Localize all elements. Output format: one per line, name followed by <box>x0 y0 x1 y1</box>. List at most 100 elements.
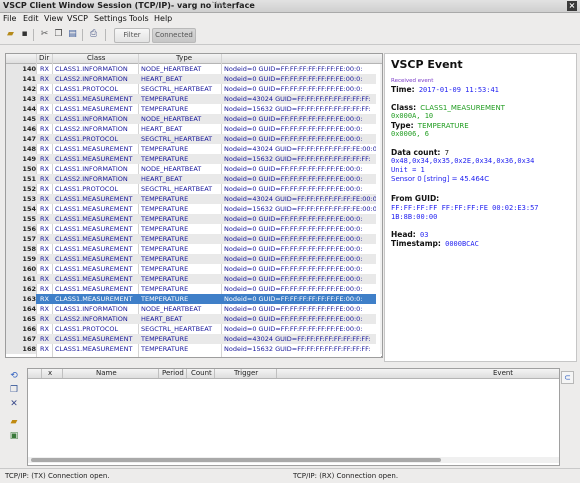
save-icon[interactable]: ▣ <box>9 431 19 441</box>
table-row[interactable]: 149 RX CLASS1.MEASUREMENT TEMPERATURE Nodeid… <box>6 154 376 164</box>
menu-edit[interactable]: Edit <box>23 14 39 23</box>
table-row[interactable]: 157 RX CLASS1.MEASUREMENT TEMPERATURE Nodeid… <box>6 234 376 244</box>
row-class: CLASS1.MEASUREMENT <box>55 295 133 303</box>
filter-button[interactable]: Filter <box>114 28 150 43</box>
event-grid[interactable]: Dir Class Type 140 RX CLASS1.INFORMATION NO… <box>5 53 383 358</box>
event-detail-panel: VSCP Event Received event Time: 2017-01-… <box>384 53 577 362</box>
row-direction: RX <box>40 65 49 73</box>
copy-icon[interactable]: ❐ <box>53 29 64 40</box>
row-direction: RX <box>40 95 49 103</box>
row-number: 146 <box>6 124 36 134</box>
table-row[interactable]: 161 RX CLASS1.MEASUREMENT TEMPERATURE Nodeid… <box>6 274 376 284</box>
row-class: CLASS1.MEASUREMENT <box>55 335 133 343</box>
row-data: Nodeid=0 GUID=FF:FF:FF:FF:FF:FF:FE:00:0: <box>224 305 363 313</box>
connected-button[interactable]: Connected <box>152 28 196 43</box>
row-data: Nodeid=0 GUID=FF:FF:FF:FF:FF:FF:FE:00:0: <box>224 265 363 273</box>
menu-file[interactable]: File <box>3 14 16 23</box>
row-class: CLASS1.MEASUREMENT <box>55 235 133 243</box>
row-direction: RX <box>40 165 49 173</box>
row-number: 159 <box>6 254 36 264</box>
table-row[interactable]: 146 RX CLASS2.INFORMATION HEART_BEAT Nodeid=… <box>6 124 376 134</box>
menu-tools[interactable]: Tools <box>129 14 149 23</box>
column-x[interactable]: x <box>48 369 52 378</box>
time-label: Time: <box>391 85 415 94</box>
table-row[interactable]: 160 RX CLASS1.MEASUREMENT TEMPERATURE Nodeid… <box>6 264 376 274</box>
column-dir[interactable]: Dir <box>39 54 49 63</box>
delete-icon[interactable]: ✕ <box>9 399 19 409</box>
sensor-line: Sensor 0 [string] = 45.464C <box>391 175 490 183</box>
table-row[interactable]: 140 RX CLASS1.INFORMATION NODE_HEARTBEAT Nod… <box>6 64 376 74</box>
status-tx: TCP/IP: (TX) Connection open. <box>5 472 110 480</box>
tx-options-icon[interactable]: ⊂ <box>561 371 574 384</box>
save-icon[interactable]: ▪ <box>19 29 30 40</box>
table-row[interactable]: 167 RX CLASS1.MEASUREMENT TEMPERATURE Nodeid… <box>6 334 376 344</box>
table-row[interactable]: 143 RX CLASS1.MEASUREMENT TEMPERATURE Nodeid… <box>6 94 376 104</box>
copy-icon[interactable]: ❐ <box>9 385 19 395</box>
table-row[interactable]: 153 RX CLASS1.MEASUREMENT TEMPERATURE Nodeid… <box>6 194 376 204</box>
table-row[interactable]: 154 RX CLASS1.MEASUREMENT TEMPERATURE Nodeid… <box>6 204 376 214</box>
table-row[interactable]: 150 RX CLASS1.INFORMATION NODE_HEARTBEAT Nod… <box>6 164 376 174</box>
menu-settings[interactable]: Settings <box>94 14 127 23</box>
row-type: TEMPERATURE <box>141 255 189 263</box>
row-type: NODE_HEARTBEAT <box>141 65 202 73</box>
table-row[interactable]: 163 RX CLASS1.MEASUREMENT TEMPERATURE Nodeid… <box>6 294 376 304</box>
row-type: SEGCTRL_HEARTBEAT <box>141 85 213 93</box>
row-direction: RX <box>40 335 49 343</box>
table-row[interactable]: 148 RX CLASS1.MEASUREMENT TEMPERATURE Nodeid… <box>6 144 376 154</box>
column-trigger[interactable]: Trigger <box>234 369 258 378</box>
row-data: Nodeid=15632 GUID=FF:FF:FF:FF:FF:FF:FF:F… <box>224 155 371 163</box>
menu-view[interactable]: View <box>44 14 63 23</box>
table-row[interactable]: 166 RX CLASS1.PROTOCOL SEGCTRL_HEARTBEAT Nod… <box>6 324 376 334</box>
grid-scrollbar-thumb[interactable] <box>381 356 382 357</box>
row-type: SEGCTRL_HEARTBEAT <box>141 135 213 143</box>
tx-scrollbar-thumb[interactable] <box>31 458 441 462</box>
row-type: TEMPERATURE <box>141 215 189 223</box>
table-row[interactable]: 145 RX CLASS1.INFORMATION NODE_HEARTBEAT Nod… <box>6 114 376 124</box>
paste-icon[interactable]: ▤ <box>67 29 78 40</box>
row-number: 142 <box>6 84 36 94</box>
cut-icon[interactable]: ✂ <box>39 29 50 40</box>
table-row[interactable]: 162 RX CLASS1.MEASUREMENT TEMPERATURE Nodeid… <box>6 284 376 294</box>
row-type: HEART_BEAT <box>141 175 183 183</box>
table-row[interactable]: 158 RX CLASS1.MEASUREMENT TEMPERATURE Nodeid… <box>6 244 376 254</box>
table-row[interactable]: 159 RX CLASS1.MEASUREMENT TEMPERATURE Nodeid… <box>6 254 376 264</box>
refresh-icon[interactable]: ⟲ <box>9 371 19 381</box>
table-row[interactable]: 152 RX CLASS1.PROTOCOL SEGCTRL_HEARTBEAT Nod… <box>6 184 376 194</box>
row-direction: RX <box>40 145 49 153</box>
row-direction: RX <box>40 265 49 273</box>
table-row[interactable]: 168 RX CLASS1.MEASUREMENT TEMPERATURE Nodeid… <box>6 344 376 354</box>
column-name[interactable]: Name <box>96 369 117 378</box>
table-row[interactable]: 142 RX CLASS1.PROTOCOL SEGCTRL_HEARTBEAT Nod… <box>6 84 376 94</box>
table-row[interactable]: 141 RX CLASS2.INFORMATION HEART_BEAT Nodeid=… <box>6 74 376 84</box>
row-number: 156 <box>6 224 36 234</box>
pane-splitter[interactable] <box>5 361 575 364</box>
row-class: CLASS1.MEASUREMENT <box>55 205 133 213</box>
toolbar-separator <box>82 29 83 41</box>
row-class: CLASS1.MEASUREMENT <box>55 265 133 273</box>
table-row[interactable]: 164 RX CLASS1.INFORMATION NODE_HEARTBEAT Nod… <box>6 304 376 314</box>
table-row[interactable]: 155 RX CLASS1.MEASUREMENT TEMPERATURE Nodeid… <box>6 214 376 224</box>
table-row[interactable]: 165 RX CLASS2.INFORMATION HEART_BEAT Nodeid=… <box>6 314 376 324</box>
column-class[interactable]: Class <box>87 54 105 63</box>
table-row[interactable]: 151 RX CLASS2.INFORMATION HEART_BEAT Nodeid=… <box>6 174 376 184</box>
table-row[interactable]: 144 RX CLASS1.MEASUREMENT TEMPERATURE Nodeid… <box>6 104 376 114</box>
transmit-list[interactable]: x Name Period Count Trigger Event <box>27 368 560 466</box>
close-icon[interactable]: × <box>567 1 577 11</box>
print-icon[interactable]: ⎙ <box>88 29 99 40</box>
load-icon[interactable]: ▰ <box>9 417 19 427</box>
row-type: TEMPERATURE <box>141 335 189 343</box>
column-type[interactable]: Type <box>176 54 192 63</box>
row-direction: RX <box>40 115 49 123</box>
row-data: Nodeid=0 GUID=FF:FF:FF:FF:FF:FF:FE:00:0: <box>224 255 363 263</box>
table-row[interactable]: 147 RX CLASS1.PROTOCOL SEGCTRL_HEARTBEAT Nod… <box>6 134 376 144</box>
menu-vscp[interactable]: VSCP <box>67 14 88 23</box>
row-data: Nodeid=0 GUID=FF:FF:FF:FF:FF:FF:FE:00:0: <box>224 225 363 233</box>
column-event[interactable]: Event <box>493 369 513 378</box>
menu-help[interactable]: Help <box>154 14 172 23</box>
column-count[interactable]: Count <box>191 369 212 378</box>
table-row[interactable]: 156 RX CLASS1.MEASUREMENT TEMPERATURE Nodeid… <box>6 224 376 234</box>
column-period[interactable]: Period <box>162 369 184 378</box>
open-icon[interactable]: ▰ <box>5 29 16 40</box>
grid-scrollbar[interactable] <box>380 64 382 354</box>
row-direction: RX <box>40 185 49 193</box>
